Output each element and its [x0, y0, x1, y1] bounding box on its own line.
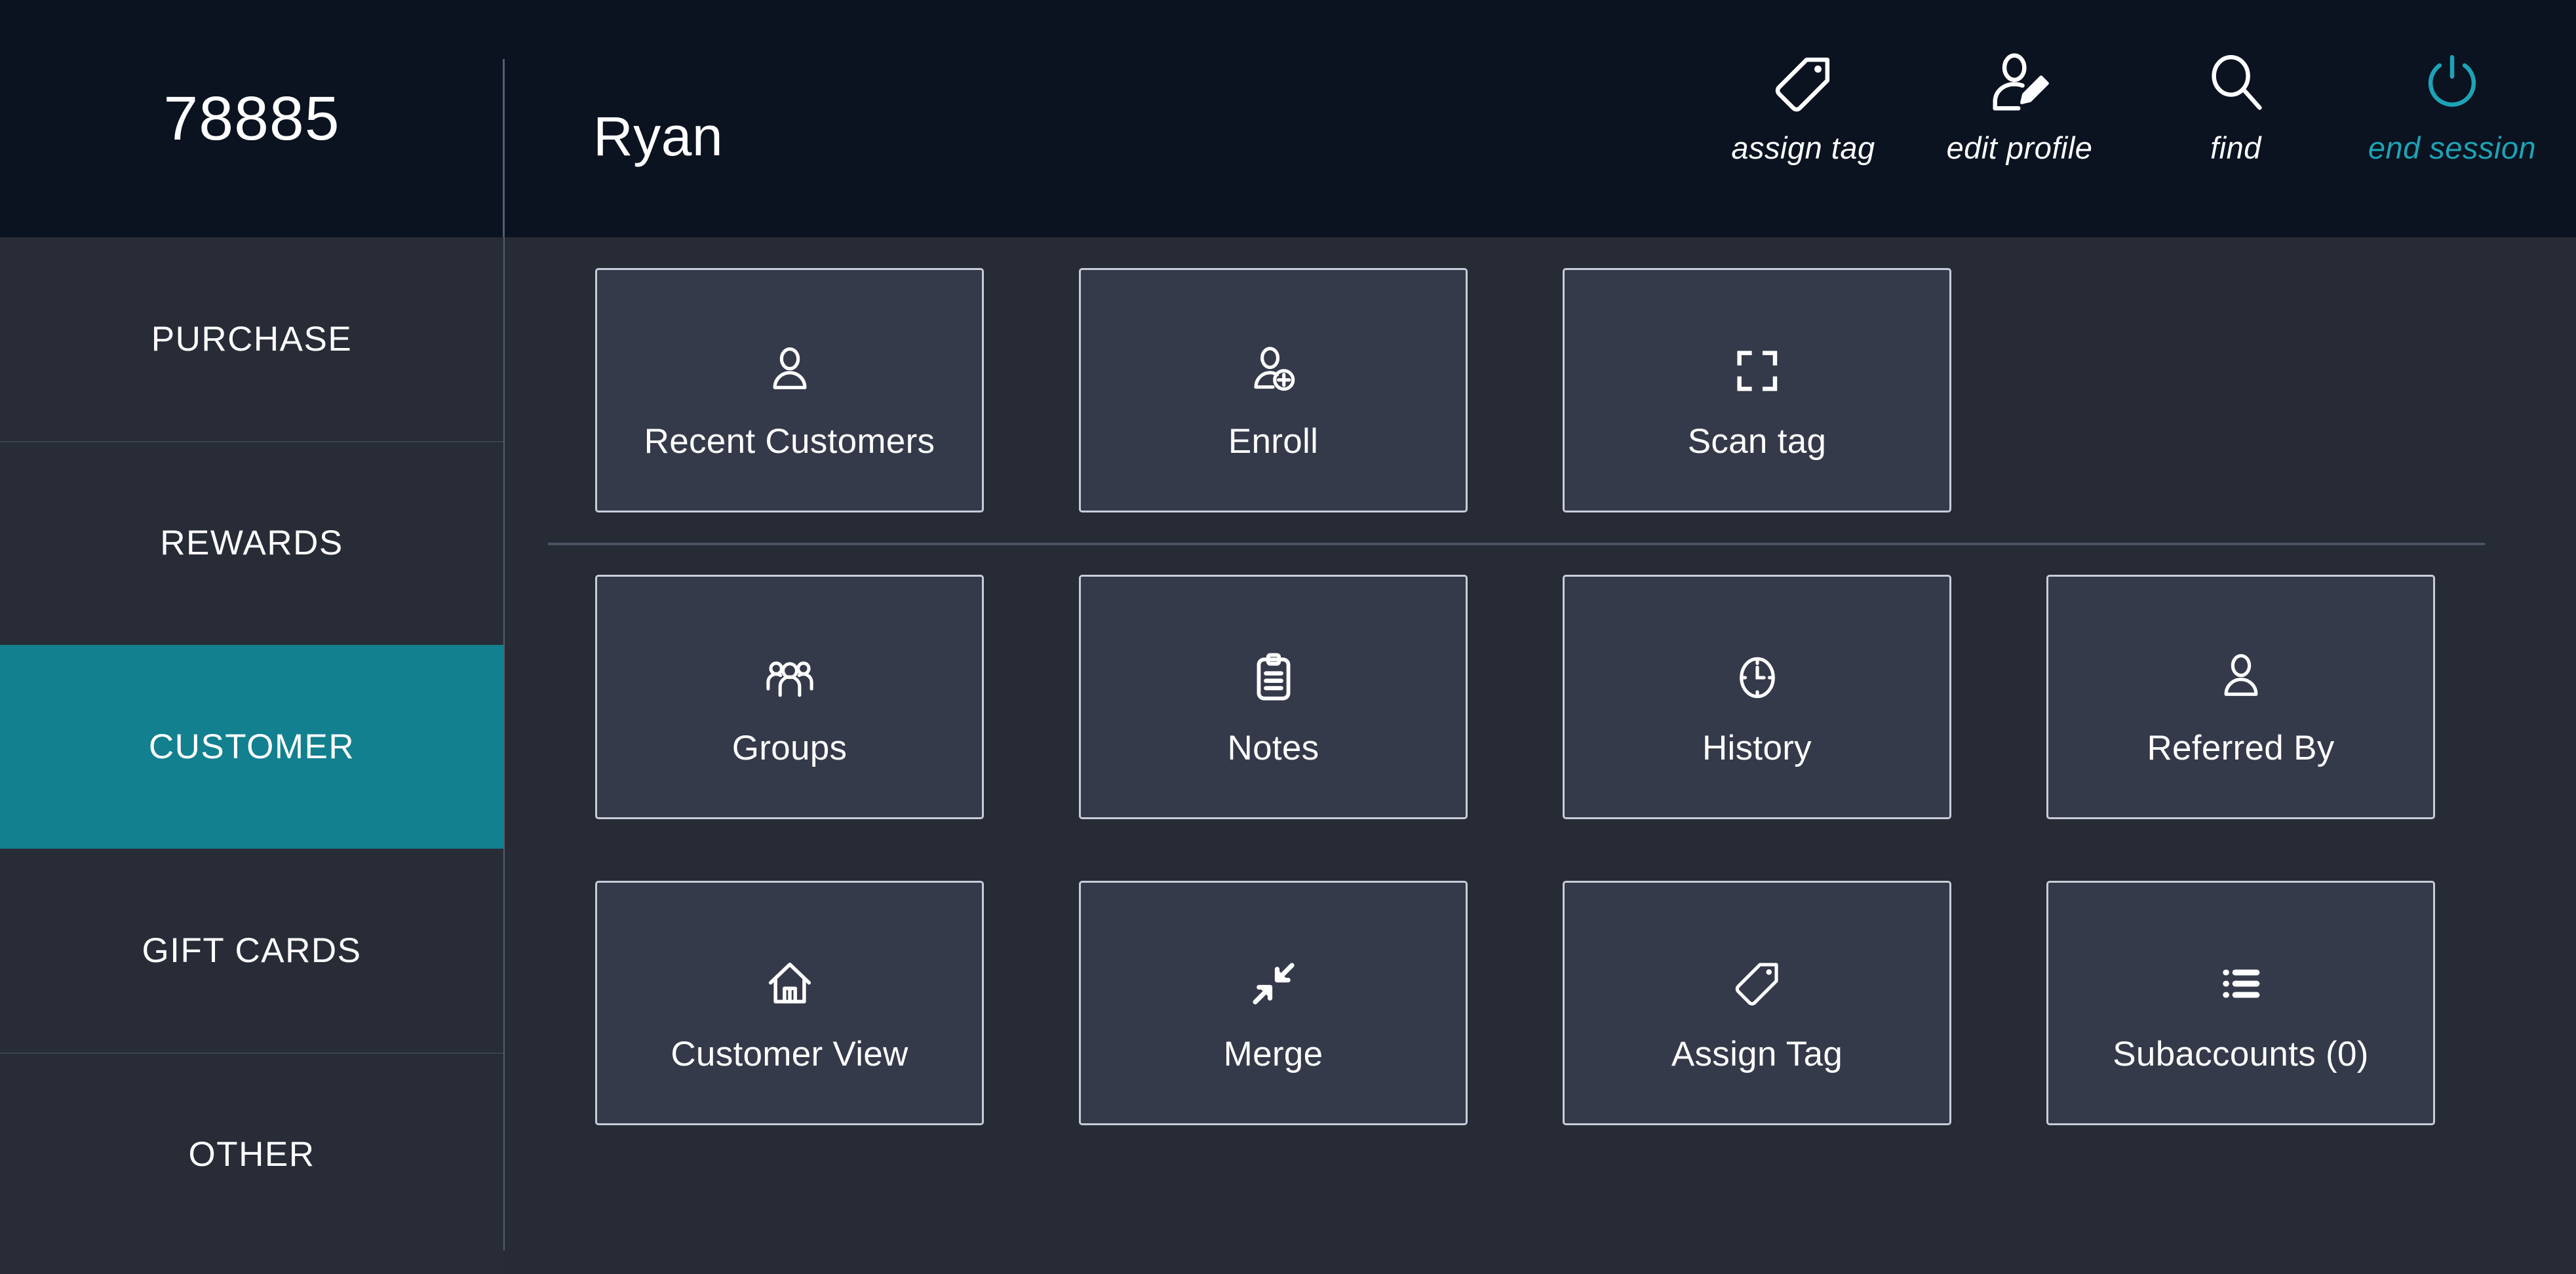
sidebar-nav: PURCHASE REWARDS CUSTOMER GIFT CARDS OTH…	[0, 237, 503, 1274]
pos-customer-screen: 78885 Ryan assign tag edit profile find …	[0, 0, 2576, 1274]
tile-label: Groups	[732, 729, 848, 767]
sidebar-item-label: CUSTOMER	[148, 727, 355, 766]
tile-merge[interactable]: Merge	[1079, 881, 1468, 1125]
tile-label: Referred By	[2147, 729, 2335, 767]
customer-name-title: Ryan	[593, 106, 724, 167]
merge-arrows-icon	[1247, 932, 1300, 1011]
sidebar-item-customer[interactable]: CUSTOMER	[0, 645, 503, 849]
home-icon	[763, 932, 817, 1011]
scan-frame-icon	[1730, 319, 1784, 398]
header-action-end-session[interactable]: end session	[2344, 47, 2560, 166]
tile-assign-tag[interactable]: Assign Tag	[1563, 881, 1951, 1125]
sidebar-item-label: REWARDS	[160, 524, 343, 562]
sidebar-item-label: OTHER	[188, 1135, 315, 1174]
tile-recent-customers[interactable]: Recent Customers	[595, 268, 984, 512]
people-group-icon	[763, 626, 817, 705]
clipboard-icon	[1247, 626, 1300, 705]
header-action-label: assign tag	[1731, 130, 1875, 165]
account-number: 78885	[163, 83, 340, 153]
section-divider	[548, 543, 2485, 545]
main-content: Recent Customers Enroll Scan tag Groups …	[503, 237, 2576, 1274]
tile-notes[interactable]: Notes	[1079, 575, 1468, 819]
sidebar-item-other[interactable]: OTHER	[0, 1052, 503, 1256]
tile-referred-by[interactable]: Referred By	[2046, 575, 2435, 819]
tile-label: Merge	[1223, 1035, 1323, 1073]
clock-icon	[1730, 626, 1784, 705]
sidebar-item-gift-cards[interactable]: GIFT CARDS	[0, 849, 503, 1052]
person-add-icon	[1247, 319, 1300, 398]
person-icon	[763, 319, 817, 398]
tile-customer-view[interactable]: Customer View	[595, 881, 984, 1125]
header-action-edit-profile[interactable]: edit profile	[1911, 47, 2128, 166]
tile-groups[interactable]: Groups	[595, 575, 984, 819]
user-edit-icon	[1985, 47, 2054, 121]
tile-label: Scan tag	[1687, 422, 1827, 461]
tile-label: History	[1702, 729, 1812, 767]
tile-scan-tag[interactable]: Scan tag	[1563, 268, 1951, 512]
tile-row-secondary: Groups Notes History Referred By	[595, 575, 2435, 819]
tag-icon	[1730, 932, 1784, 1011]
sidebar-item-label: GIFT CARDS	[142, 931, 362, 970]
header-action-label: find	[2210, 130, 2261, 165]
tile-enroll[interactable]: Enroll	[1079, 268, 1468, 512]
header-action-label: end session	[2368, 130, 2537, 165]
header-action-find[interactable]: find	[2128, 47, 2344, 166]
tile-row-primary: Recent Customers Enroll Scan tag	[595, 268, 1951, 512]
sidebar-item-purchase[interactable]: PURCHASE	[0, 237, 503, 441]
sidebar-item-rewards[interactable]: REWARDS	[0, 441, 503, 645]
header-action-assign-tag[interactable]: assign tag	[1695, 47, 1911, 166]
tile-label: Assign Tag	[1671, 1035, 1843, 1073]
person-icon	[2214, 626, 2268, 705]
search-icon	[2202, 47, 2270, 121]
list-icon	[2214, 932, 2268, 1011]
tile-row-tertiary: Customer View Merge Assign Tag Subaccoun…	[595, 881, 2435, 1125]
tag-icon	[1769, 47, 1837, 121]
tile-label: Notes	[1227, 729, 1319, 767]
header-actions: assign tag edit profile find end session	[1695, 47, 2560, 166]
sidebar-item-label: PURCHASE	[151, 320, 353, 358]
tile-label: Recent Customers	[644, 422, 935, 461]
tile-label: Customer View	[671, 1035, 908, 1073]
tile-label: Subaccounts (0)	[2113, 1035, 2369, 1073]
header-action-label: edit profile	[1946, 130, 2093, 165]
tile-subaccounts[interactable]: Subaccounts (0)	[2046, 881, 2435, 1125]
app-header: 78885 Ryan assign tag edit profile find …	[0, 0, 2576, 237]
tile-history[interactable]: History	[1563, 575, 1951, 819]
power-icon	[2418, 47, 2486, 121]
tile-label: Enroll	[1228, 422, 1319, 461]
